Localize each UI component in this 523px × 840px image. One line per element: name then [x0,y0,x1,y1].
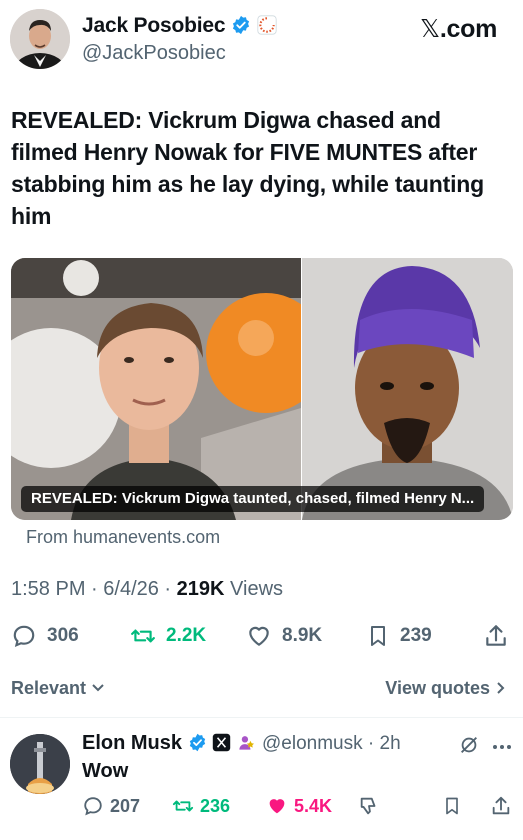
action-bar: 306 2.2K 8.9K 239 [0,616,523,656]
heart-icon [249,626,269,646]
heart-filled-icon [269,799,285,814]
tweet-time[interactable]: 1:58 PM [11,578,85,600]
bookmark-icon [446,797,458,815]
more-options-icon[interactable] [492,738,512,756]
share-icon [486,625,506,646]
verified-badge-icon [188,733,207,758]
sort-dropdown[interactable]: Relevant [11,678,105,699]
repost-icon [131,629,155,643]
government-badge-icon [237,733,256,758]
reply-avatar[interactable] [10,734,70,794]
verified-badge-icon [231,15,251,41]
bookmark-icon [371,626,385,646]
reply-share-button[interactable] [490,790,512,822]
x-affiliate-badge-icon [212,733,231,758]
view-quotes-link[interactable]: View quotes [385,678,507,699]
reply-repost-button[interactable]: 236 [172,790,230,822]
reply-handle[interactable]: @elonmusk · 2h [262,733,401,755]
thumbs-down-icon [360,797,376,815]
reply-icon [84,797,102,816]
tweet-header: Jack Posobiec @JackPosobiec 𝕏.com [0,0,523,80]
link-card[interactable]: REVEALED: Vickrum Digwa taunted, chased,… [11,258,513,520]
grok-icon[interactable] [458,734,480,761]
dislike-button[interactable] [358,790,380,822]
share-button[interactable] [483,616,509,656]
card-image-left [11,258,301,520]
share-icon [492,796,510,815]
author-avatar[interactable] [10,9,70,69]
reply-button[interactable]: 306 [11,616,79,656]
tweet-date[interactable]: 6/4/26 [103,578,159,600]
reply-tweet[interactable]: Elon Musk @elonmusk · 2h Wow 207 236 5.4… [0,718,523,840]
bookmark-button[interactable]: 239 [366,616,432,656]
reply-reply-button[interactable]: 207 [82,790,140,822]
x-logo[interactable]: 𝕏.com [420,14,497,44]
chevron-down-icon [92,684,104,692]
reply-icon [13,625,35,648]
card-source[interactable]: From humanevents.com [26,527,220,548]
card-image-right [302,258,513,520]
x-icon: 𝕏 [420,14,440,43]
reply-time: 2h [379,733,401,754]
tweet-meta: 1:58 PM · 6/4/26 · 219K Views [11,578,284,600]
author-name[interactable]: Jack Posobiec [82,14,277,41]
reply-bookmark-button[interactable] [442,790,462,822]
view-count: 219K [176,578,225,600]
like-button[interactable]: 8.9K [246,616,322,656]
repost-button[interactable]: 2.2K [130,616,206,656]
repost-icon [172,800,194,812]
reply-like-button[interactable]: 5.4K [266,790,332,822]
reply-author-name[interactable]: Elon Musk [82,732,256,758]
chevron-right-icon [497,682,505,694]
reply-text: Wow [82,760,129,782]
author-handle[interactable]: @JackPosobiec [82,42,226,65]
card-caption: REVEALED: Vickrum Digwa taunted, chased,… [21,486,485,512]
affiliate-badge-icon [257,15,277,41]
tweet-text: REVEALED: Vickrum Digwa chased and filme… [11,107,484,229]
